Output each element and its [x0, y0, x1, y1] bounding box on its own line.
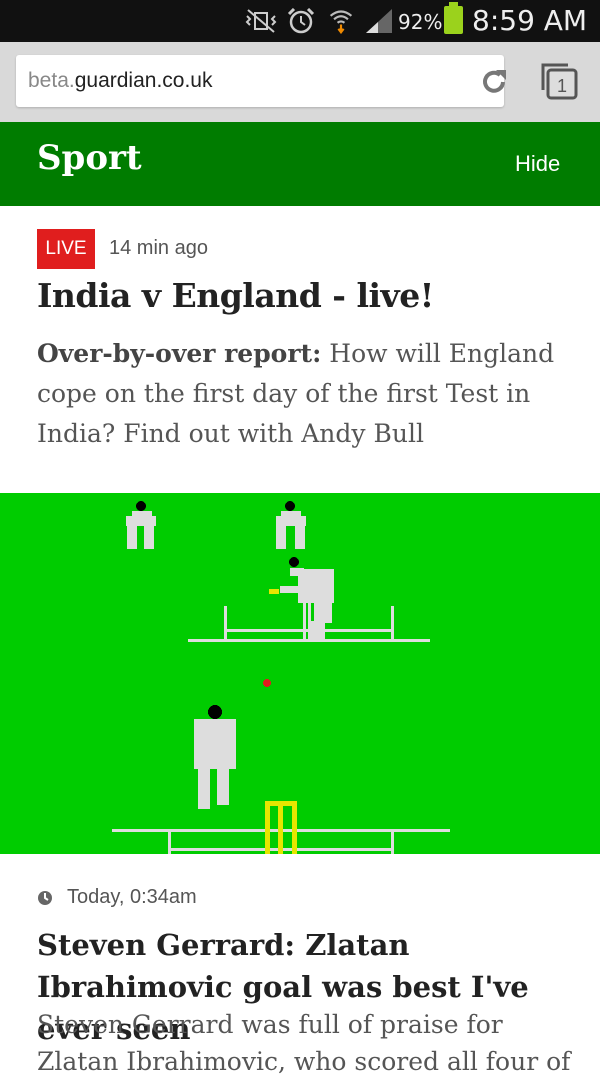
batsman: [269, 557, 334, 639]
signal-icon: [366, 9, 392, 33]
mute-vibrate-icon: [245, 9, 277, 33]
article-standfirst: Over-by-over report: How will England co…: [37, 334, 577, 454]
hide-button[interactable]: Hide: [515, 151, 560, 177]
article-image[interactable]: [0, 493, 600, 854]
bowler: [194, 705, 236, 809]
article-headline[interactable]: India v England - live!: [37, 276, 434, 315]
article-standfirst: Steven Gerrard was full of praise for Zl…: [37, 1010, 571, 1076]
url-field[interactable]: beta.guardian.co.uk: [16, 55, 506, 107]
clock-icon: [38, 891, 52, 905]
cricket-illustration: [112, 501, 450, 854]
article-time: Today, 0:34am: [67, 886, 197, 908]
stumps: [265, 801, 297, 854]
fielder-left: [126, 501, 156, 549]
section-header: Sport Hide: [0, 122, 600, 206]
ball: [263, 679, 271, 687]
alarm-icon: [287, 8, 315, 34]
fielder-right: [276, 501, 306, 549]
wifi-icon: [329, 10, 353, 34]
standfirst-kicker: Over-by-over report:: [37, 339, 322, 368]
article-time: 14 min ago: [109, 237, 208, 259]
tab-count: 1: [557, 76, 567, 96]
reload-icon[interactable]: [478, 66, 510, 98]
url-subdomain: beta.: [28, 69, 75, 92]
status-bar: 92% 8:59 AM: [0, 0, 600, 42]
tabs-icon[interactable]: 1: [538, 60, 580, 102]
live-badge: LIVE: [37, 229, 95, 269]
url-text[interactable]: beta.guardian.co.uk: [28, 69, 212, 93]
battery-percent: 92%: [398, 10, 443, 34]
status-time: 8:59 AM: [472, 4, 588, 37]
section-title[interactable]: Sport: [37, 138, 142, 178]
battery-icon: [444, 2, 463, 34]
browser-toolbar: beta.guardian.co.uk 1: [0, 42, 600, 124]
url-domain: guardian.co.uk: [74, 69, 213, 92]
